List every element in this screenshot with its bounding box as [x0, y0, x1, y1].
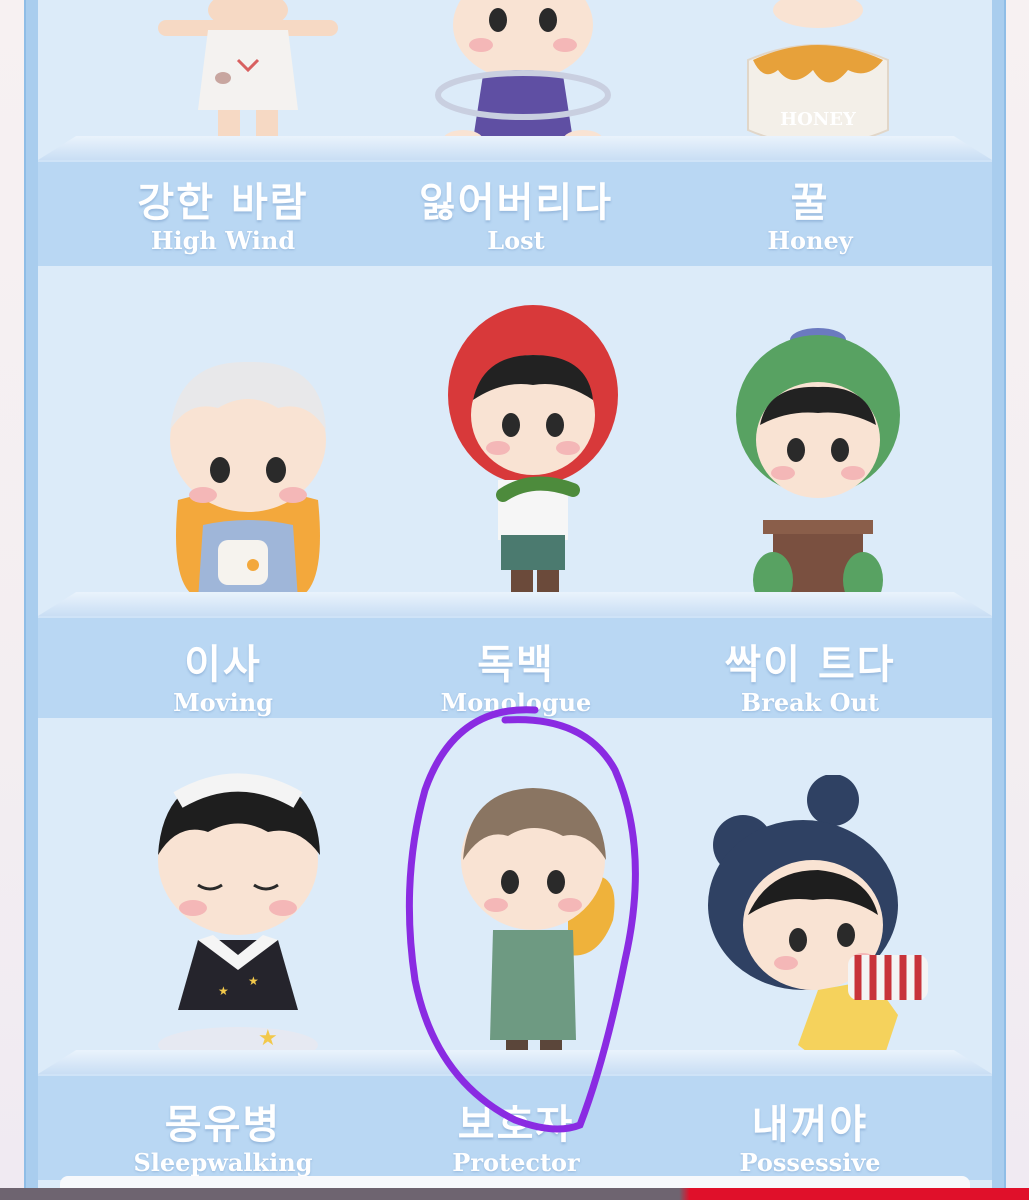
label-high-wind: 강한 바람 High Wind	[73, 170, 373, 255]
label-en: Moving	[173, 688, 273, 717]
label-kr: 싹이 트다	[724, 642, 896, 688]
figure-possessive	[708, 775, 928, 1060]
figure-break-out	[736, 328, 900, 608]
svg-text:★: ★	[258, 1026, 278, 1051]
label-en: Protector	[452, 1148, 580, 1177]
label-kr: 몽유병	[164, 1102, 282, 1148]
label-en: Honey	[767, 226, 853, 255]
label-lost: 잃어버리다 Lost	[366, 170, 666, 255]
label-en: Possessive	[739, 1148, 881, 1177]
label-en: High Wind	[150, 226, 296, 255]
shelf-row-1-top	[38, 136, 992, 160]
label-moving: 이사 Moving	[73, 632, 373, 717]
label-possessive: 내꺼야 Possessive	[660, 1092, 960, 1177]
figure-moving	[170, 361, 326, 600]
label-kr: 이사	[184, 642, 262, 688]
label-sleepwalking: 몽유병 Sleepwalking	[73, 1092, 373, 1177]
label-kr: 잃어버리다	[419, 180, 613, 226]
shelf-row-1: 강한 바람 High Wind 잃어버리다 Lost 꿀 Honey	[38, 136, 992, 266]
svg-text:HONEY: HONEY	[780, 109, 857, 130]
label-kr: 내꺼야	[751, 1102, 869, 1148]
figure-sleepwalking: ★ ★ ★	[158, 773, 320, 1063]
label-kr: 꿀	[790, 180, 830, 226]
label-en: Break Out	[740, 688, 880, 717]
label-break-out: 싹이 트다 Break Out	[660, 632, 960, 717]
highlight-circle-annotation	[405, 706, 639, 1133]
label-en: Sleepwalking	[133, 1148, 313, 1177]
label-kr: 강한 바람	[137, 180, 309, 226]
svg-text:★: ★	[218, 984, 229, 998]
label-honey: 꿀 Honey	[660, 170, 960, 255]
svg-text:★: ★	[248, 974, 259, 988]
label-kr: 독백	[477, 642, 555, 688]
bottom-bar	[0, 1188, 1029, 1200]
figure-monologue	[448, 305, 618, 605]
label-en: Lost	[487, 226, 545, 255]
shelf-row-2-top	[38, 592, 992, 616]
